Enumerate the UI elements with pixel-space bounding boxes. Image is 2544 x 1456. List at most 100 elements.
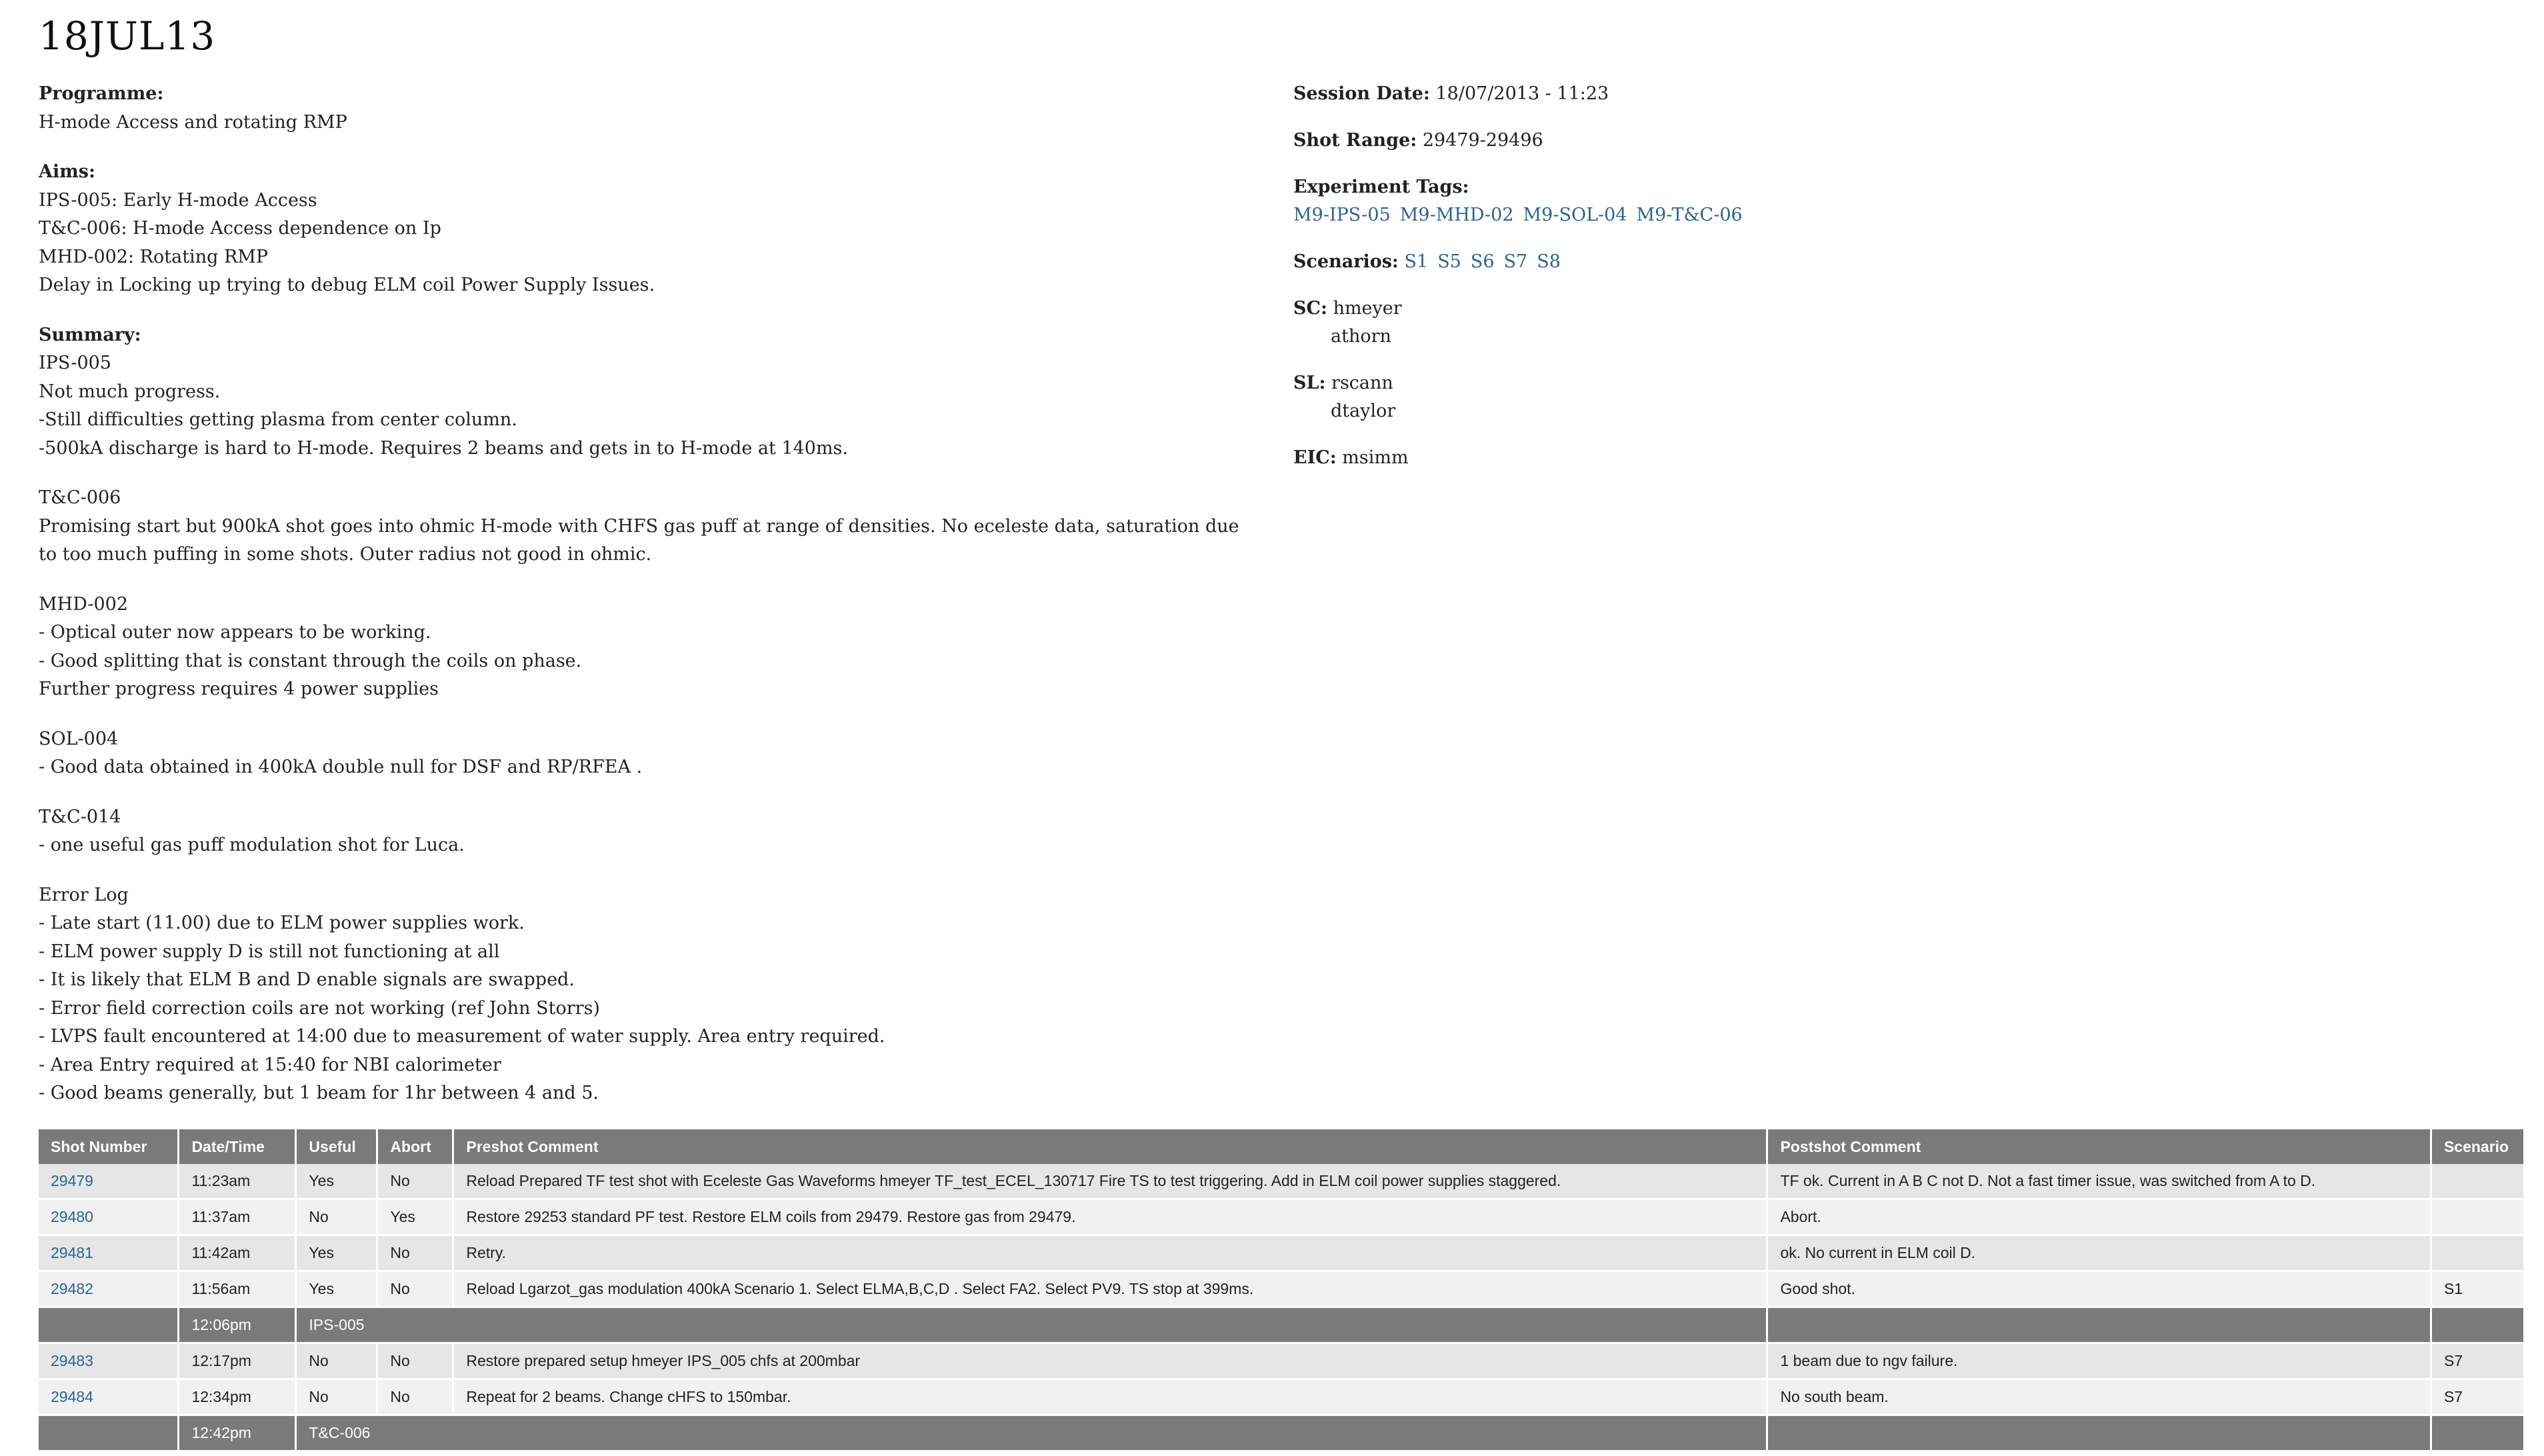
eic-name: msimm <box>1342 447 1409 468</box>
table-row: 29483 12:17pm No No Restore prepared setup h… <box>39 1343 2526 1380</box>
aim-line: T&C-006: H-mode Access dependence on Ip <box>39 218 441 239</box>
experiment-tag-link[interactable]: M9-SOL-04 <box>1523 205 1627 225</box>
sl-name: rscann <box>1331 373 1393 393</box>
eic-label: EIC: <box>1293 447 1337 468</box>
shot-number-cell: 29480 <box>39 1199 180 1236</box>
shot-range: Shot Range: 29479-29496 <box>1293 127 2093 155</box>
page-title: 18JUL13 <box>39 13 216 59</box>
scenario-link[interactable]: S6 <box>1471 251 1495 272</box>
summary-line: - Good beams generally, but 1 beam for 1… <box>39 1083 599 1103</box>
summary-line: T&C-014 <box>39 806 121 827</box>
column-header[interactable]: Date/Time <box>178 1129 297 1164</box>
summary-label: Summary: <box>39 324 141 345</box>
column-header[interactable]: Postshot Comment <box>1767 1129 2432 1164</box>
summary-line: Not much progress. <box>39 381 221 402</box>
shot-number-link[interactable]: 29481 <box>51 1244 93 1261</box>
shot-number-cell: 29484 <box>39 1379 180 1416</box>
table-body: 29479 11:23am Yes No Reload Prepared TF test… <box>39 1164 2526 1452</box>
scenario-link[interactable]: S1 <box>1405 251 1429 272</box>
programme-value: H-mode Access and rotating RMP <box>39 111 347 133</box>
aim-line: IPS-005: Early H-mode Access <box>39 189 317 211</box>
scenario-link[interactable]: S7 <box>1504 251 1528 272</box>
session-date-value: 18/07/2013 - 11:23 <box>1435 83 1609 104</box>
aims-label: Aims: <box>39 161 95 182</box>
summary-line: -500kA discharge is hard to H-mode. Requ… <box>39 437 848 459</box>
preshot-comment-cell: Retry. <box>453 1235 1769 1272</box>
datetime-cell: 12:17pm <box>178 1343 297 1380</box>
separator-time: 12:42pm <box>178 1415 297 1452</box>
scenario-link[interactable]: S8 <box>1537 251 1561 272</box>
experiment-tag-link[interactable]: M9-MHD-02 <box>1400 205 1514 225</box>
column-header[interactable]: Scenario <box>2431 1129 2526 1164</box>
summary-block: Summary: IPS-005 Not much progress. -Still… <box>39 321 1252 1108</box>
shot-number-link[interactable]: 29483 <box>51 1352 93 1369</box>
summary-line: - Late start (11.00) due to ELM power su… <box>39 913 525 933</box>
experiment-tag-link[interactable]: M9-T&C-06 <box>1637 205 1743 225</box>
useful-cell: No <box>295 1199 379 1236</box>
shot-number-link[interactable]: 29482 <box>51 1280 93 1297</box>
postshot-comment-cell: TF ok. Current in A B C not D. Not a fas… <box>1767 1164 2432 1200</box>
datetime-cell: 12:34pm <box>178 1379 297 1416</box>
summary-line: -Still difficulties getting plasma from … <box>39 409 517 430</box>
summary-line: T&C-006 <box>39 487 121 508</box>
column-header[interactable]: Preshot Comment <box>453 1129 1769 1164</box>
abort-cell: No <box>377 1379 455 1416</box>
preshot-comment-cell: Restore prepared setup hmeyer IPS_005 ch… <box>453 1343 1769 1380</box>
summary-sections: IPS-005 Not much progress. -Still difficul… <box>39 349 1252 1108</box>
session-date: Session Date: 18/07/2013 - 11:23 <box>1293 80 2093 108</box>
abort-cell: Yes <box>377 1199 455 1236</box>
shot-number-cell: 29479 <box>39 1164 180 1200</box>
column-header[interactable]: Shot Number <box>39 1129 180 1164</box>
datetime-cell: 11:23am <box>178 1164 297 1200</box>
shot-table: Shot Number Date/Time Useful Abort Preshot C… <box>39 1129 2526 1452</box>
summary-section: MHD-002 - Optical outer now appears to be… <box>39 591 1252 704</box>
summary-line: - Error field correction coils are not w… <box>39 997 600 1019</box>
abort-cell: No <box>377 1343 455 1380</box>
summary-section: IPS-005 Not much progress. -Still difficul… <box>39 349 1252 463</box>
scenario-cell: S1 <box>2431 1271 2526 1308</box>
aims-block: Aims: IPS-005: Early H-mode Access T&C-00… <box>39 158 1252 300</box>
preshot-comment-cell: Reload Prepared TF test shot with Eceles… <box>453 1164 1769 1200</box>
column-header[interactable]: Useful <box>295 1129 379 1164</box>
summary-section: SOL-004 - Good data obtained in 400kA dou… <box>39 725 1252 782</box>
summary-line: Further progress requires 4 power suppli… <box>39 679 439 699</box>
separator-label: IPS-005 <box>295 1307 1769 1344</box>
summary-line: - Good splitting that is constant throug… <box>39 650 582 671</box>
shot-number-link[interactable]: 29480 <box>51 1208 93 1225</box>
summary-section: T&C-006 Promising start but 900kA shot go… <box>39 484 1252 569</box>
summary-section: Error Log - Late start (11.00) due to ELM… <box>39 881 1252 1108</box>
session-date-label: Session Date: <box>1293 83 1430 104</box>
shot-number-link[interactable]: 29479 <box>51 1172 93 1189</box>
summary-line: - Optical outer now appears to be workin… <box>39 622 431 643</box>
shot-range-value: 29479-29496 <box>1422 130 1543 151</box>
scenarios: Scenarios: S1 S5 S6 S7 S8 <box>1293 248 2093 276</box>
separator-cell <box>39 1307 180 1344</box>
sc-name: athorn <box>1331 326 1391 347</box>
separator-cell <box>39 1415 180 1452</box>
shot-number-link[interactable]: 29484 <box>51 1388 93 1405</box>
datetime-cell: 11:42am <box>178 1235 297 1272</box>
separator-cell <box>1767 1307 2432 1344</box>
session-notes: Programme: H-mode Access and rotating RM… <box>39 80 1252 1129</box>
sl-name: dtaylor <box>1331 401 1396 421</box>
preshot-comment-cell: Repeat for 2 beams. Change cHFS to 150mb… <box>453 1379 1769 1416</box>
abort-cell: No <box>377 1164 455 1200</box>
useful-cell: Yes <box>295 1164 379 1200</box>
separator-time: 12:06pm <box>178 1307 297 1344</box>
datetime-cell: 11:56am <box>178 1271 297 1308</box>
sc-name: hmeyer <box>1333 298 1402 319</box>
useful-cell: No <box>295 1343 379 1380</box>
experiment-tag-link[interactable]: M9-IPS-05 <box>1293 205 1391 225</box>
scenario-cell: S7 <box>2431 1343 2526 1380</box>
abort-cell: No <box>377 1271 455 1308</box>
summary-line: - Area Entry required at 15:40 for NBI c… <box>39 1054 501 1075</box>
preshot-comment-cell: Reload Lgarzot_gas modulation 400kA Scen… <box>453 1271 1769 1308</box>
summary-line: - It is likely that ELM B and D enable s… <box>39 969 575 990</box>
page: 18JUL13 Programme: H-mode Access and rot… <box>0 0 2544 1456</box>
postshot-comment-cell: Abort. <box>1767 1199 2432 1236</box>
scenario-link[interactable]: S5 <box>1437 251 1461 272</box>
experiment-tag-links: M9-IPS-05 M9-MHD-02 M9-SOL-04 M9-T&C-06 <box>1293 201 2093 229</box>
useful-cell: Yes <box>295 1235 379 1272</box>
column-header[interactable]: Abort <box>377 1129 455 1164</box>
summary-line: Error Log <box>39 884 129 905</box>
